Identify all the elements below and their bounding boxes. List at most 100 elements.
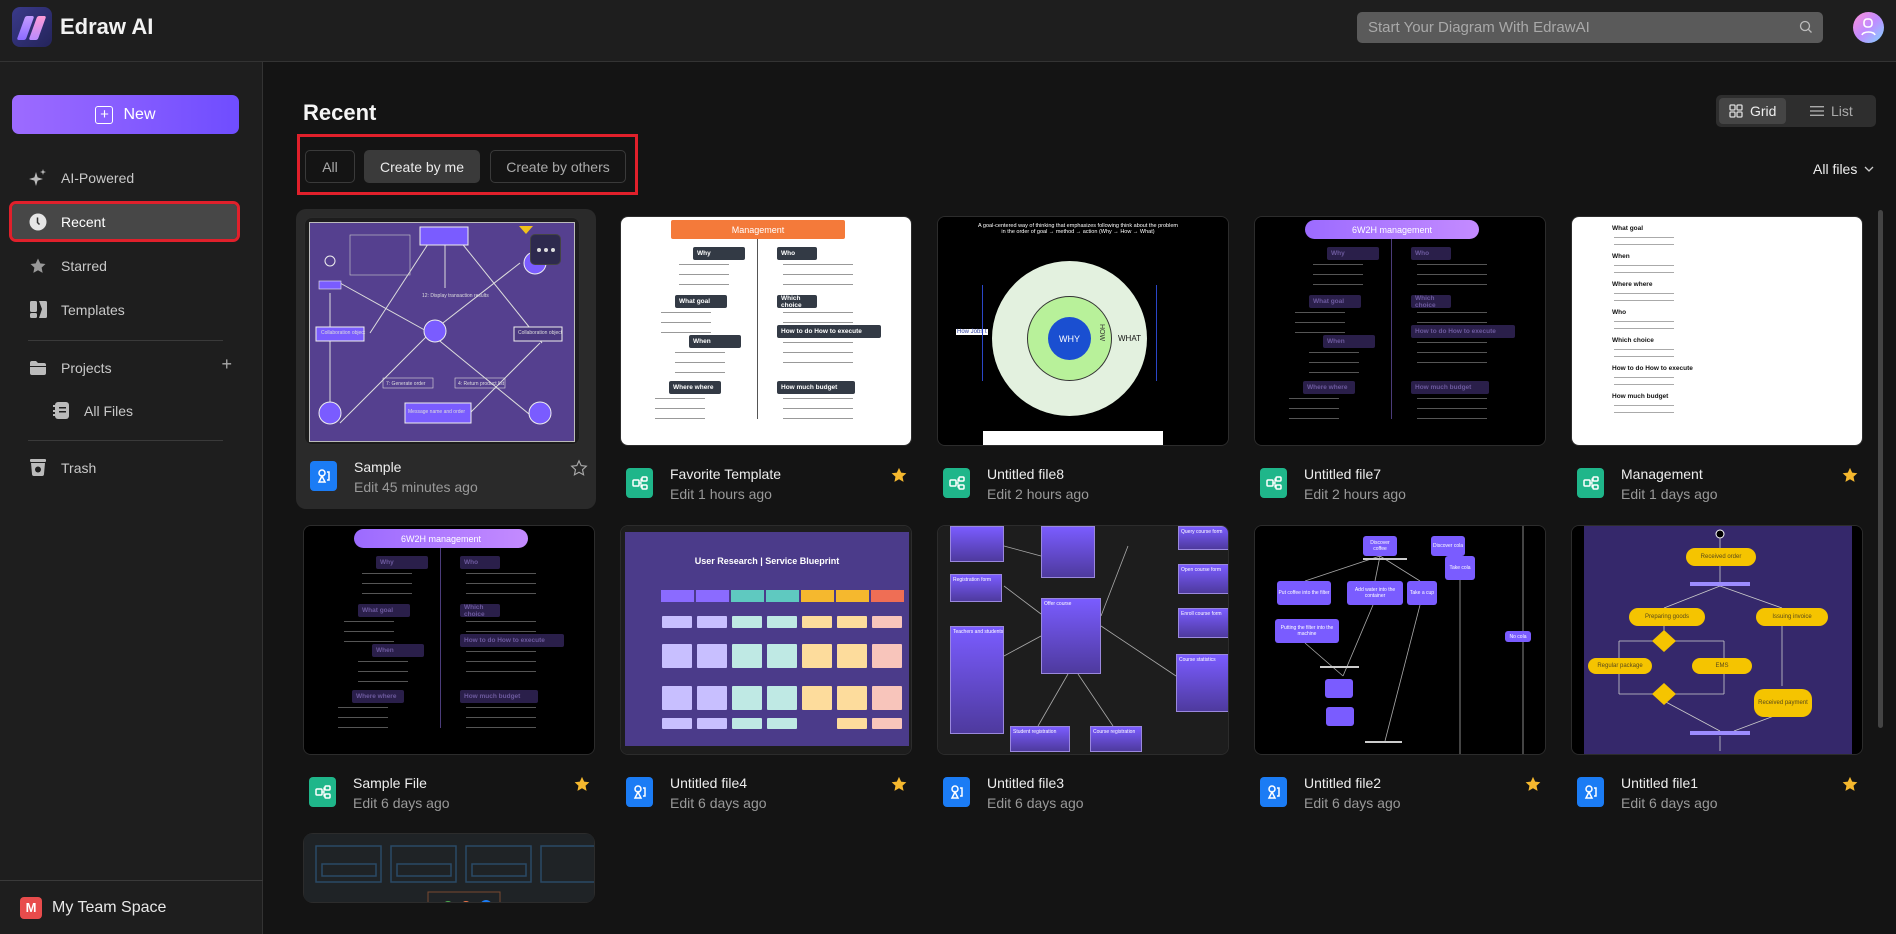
thumb-node: Which choice xyxy=(460,604,500,618)
file-edit-time: Edit 2 hours ago xyxy=(987,486,1089,502)
thumb-node: Who xyxy=(460,556,500,569)
file-name[interactable]: Untitled file4 xyxy=(670,775,747,791)
folder-icon xyxy=(29,359,47,377)
search-bar[interactable] xyxy=(1357,12,1823,43)
diagram-file-icon xyxy=(626,777,653,807)
team-space[interactable]: M My Team Space xyxy=(0,880,263,934)
outline-heading: Who xyxy=(1612,309,1627,316)
file-thumbnail[interactable]: 6W2H management Why Who What goal Which choi… xyxy=(303,525,595,755)
file-edit-time: Edit 6 days ago xyxy=(670,795,767,811)
user-icon xyxy=(1861,18,1876,36)
star-filled-icon[interactable] xyxy=(890,466,908,484)
file-name[interactable]: Sample xyxy=(354,459,401,475)
thumb-node: How much budget xyxy=(777,381,855,394)
file-name[interactable]: Untitled file7 xyxy=(1304,466,1381,482)
file-edit-time: Edit 45 minutes ago xyxy=(354,479,478,495)
file-card[interactable]: What goal When Where where Who Which choice H… xyxy=(1571,216,1863,516)
sidebar-item-ai-powered[interactable]: AI-Powered xyxy=(12,159,237,196)
search-input[interactable] xyxy=(1357,12,1787,43)
file-thumbnail[interactable]: Discover coffee Discover cola Take cola Put… xyxy=(1254,525,1546,755)
filter-create-by-others[interactable]: Create by others xyxy=(490,150,626,183)
thumb-title: 6W2H management xyxy=(354,529,528,548)
mindmap-file-icon xyxy=(309,777,336,807)
star-filled-icon[interactable] xyxy=(573,775,591,793)
file-card[interactable]: 6W2H management Why Who What goal Which choi… xyxy=(1254,216,1546,516)
file-thumbnail[interactable] xyxy=(303,833,595,903)
file-name[interactable]: Management xyxy=(1621,466,1703,482)
grid-view-button[interactable]: Grid xyxy=(1719,98,1787,124)
file-thumbnail[interactable]: User Research | Service Blueprint xyxy=(620,525,912,755)
flow-node: No cola xyxy=(1505,631,1531,642)
outline-heading: How to do How to execute xyxy=(1612,365,1693,372)
file-thumbnail[interactable]: Management Why Who What goal Which choice Whe… xyxy=(620,216,912,446)
sidebar-item-label: All Files xyxy=(84,402,134,419)
file-card[interactable]: Management Why Who What goal Which choice Whe… xyxy=(620,216,912,516)
file-thumbnail[interactable]: What goal When Where where Who Which choice H… xyxy=(1571,216,1863,446)
star-filled-icon[interactable] xyxy=(890,775,908,793)
page-title: Recent xyxy=(303,100,377,125)
sidebar-item-all-files[interactable]: All Files xyxy=(12,392,237,429)
file-edit-time: Edit 6 days ago xyxy=(1621,795,1718,811)
file-name[interactable]: Untitled file3 xyxy=(987,775,1064,791)
star-filled-icon[interactable] xyxy=(1841,466,1859,484)
add-project-button[interactable]: + xyxy=(221,354,232,375)
file-card[interactable] xyxy=(303,833,595,903)
file-name[interactable]: Untitled file1 xyxy=(1621,775,1698,791)
search-icon[interactable] xyxy=(1799,20,1813,34)
outline-heading: Which choice xyxy=(1612,337,1654,344)
thumb-node: What goal xyxy=(358,604,410,617)
thumb-label: Message name and order xyxy=(408,409,465,415)
new-button[interactable]: + New xyxy=(12,95,239,134)
more-options-button[interactable] xyxy=(530,234,561,265)
mindmap-file-icon xyxy=(1577,468,1604,498)
file-thumbnail[interactable]: Received order Preparing goods Issuing inv… xyxy=(1571,525,1863,755)
filter-all[interactable]: All xyxy=(305,150,355,183)
thumb-node: Where where xyxy=(669,381,721,394)
sidebar-item-trash[interactable]: Trash xyxy=(12,449,237,486)
sidebar-item-label: Starred xyxy=(61,257,107,274)
sidebar-item-label: Templates xyxy=(61,301,125,318)
sidebar-divider xyxy=(28,440,223,441)
list-view-button[interactable]: List xyxy=(1800,98,1863,124)
pin-marker-icon xyxy=(519,226,533,234)
file-card[interactable]: Collaboration object Collaboration objec… xyxy=(296,209,596,509)
thumb-label: 7: Generate order xyxy=(386,381,426,387)
scope-dropdown[interactable]: All files xyxy=(1813,161,1874,177)
sidebar-item-recent[interactable]: Recent xyxy=(9,201,240,242)
grid-icon xyxy=(1729,104,1743,118)
flow-node: Add water into the container xyxy=(1347,581,1403,605)
thumb-caption: A goal-centered way of thinking that emp… xyxy=(978,223,1178,235)
file-thumbnail[interactable]: Registration form Offer course Teachers an… xyxy=(937,525,1229,755)
file-name[interactable]: Untitled file8 xyxy=(987,466,1064,482)
vertical-scrollbar[interactable] xyxy=(1878,210,1883,728)
file-name[interactable]: Sample File xyxy=(353,775,427,791)
star-filled-icon[interactable] xyxy=(1524,775,1542,793)
thumb-node: Who xyxy=(1411,247,1451,260)
file-thumbnail[interactable]: Collaboration object Collaboration objec… xyxy=(304,217,580,445)
file-card[interactable]: Received order Preparing goods Issuing inv… xyxy=(1571,525,1863,825)
file-card[interactable]: A goal-centered way of thinking that emp… xyxy=(937,216,1229,516)
mindmap-file-icon xyxy=(943,468,970,498)
sidebar-item-projects[interactable]: Projects xyxy=(12,349,237,386)
file-card[interactable]: User Research | Service Blueprint Untitl… xyxy=(620,525,912,825)
star-filled-icon[interactable] xyxy=(1841,775,1859,793)
sidebar-item-templates[interactable]: Templates xyxy=(12,291,237,328)
star-icon xyxy=(29,257,47,275)
flow-node: Discover cola xyxy=(1431,536,1465,556)
file-name[interactable]: Favorite Template xyxy=(670,466,781,482)
file-card[interactable]: Discover coffee Discover cola Take cola Put… xyxy=(1254,525,1546,825)
file-name[interactable]: Untitled file2 xyxy=(1304,775,1381,791)
edraw-logo[interactable] xyxy=(12,7,52,47)
list-icon xyxy=(1810,106,1824,116)
activity-node: Preparing goods xyxy=(1629,608,1705,626)
diagram-file-icon xyxy=(943,777,970,807)
file-thumbnail[interactable]: A goal-centered way of thinking that emp… xyxy=(937,216,1229,446)
star-outline-icon[interactable] xyxy=(570,459,588,477)
plus-icon: + xyxy=(95,105,114,124)
file-card[interactable]: 6W2H management Why Who What goal Which choi… xyxy=(303,525,595,825)
file-thumbnail[interactable]: 6W2H management Why Who What goal Which choi… xyxy=(1254,216,1546,446)
user-avatar[interactable] xyxy=(1853,12,1884,43)
file-card[interactable]: Registration form Offer course Teachers an… xyxy=(937,525,1229,825)
filter-create-by-me[interactable]: Create by me xyxy=(364,150,480,183)
sidebar-item-starred[interactable]: Starred xyxy=(12,247,237,284)
